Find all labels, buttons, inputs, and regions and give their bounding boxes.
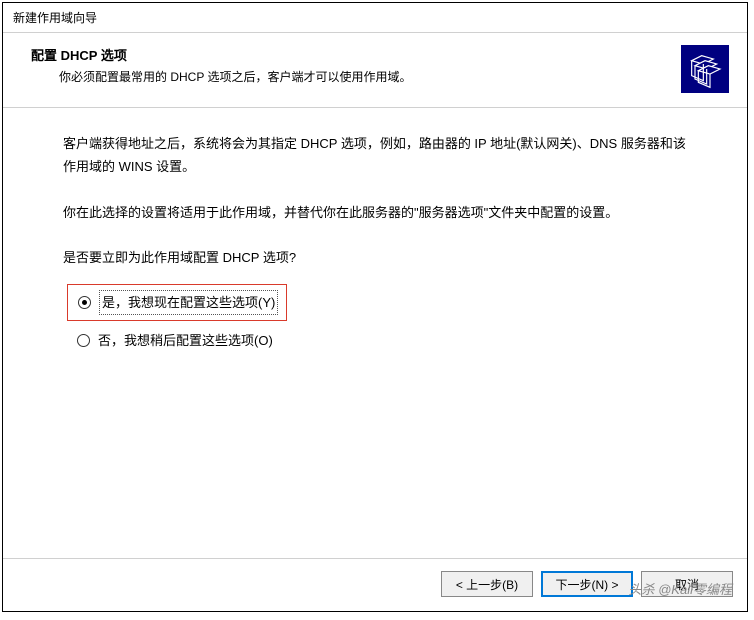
header-description: 你必须配置最常用的 DHCP 选项之后，客户端才可以使用作用域。 bbox=[59, 68, 669, 85]
radio-yes-label[interactable]: 是，我想现在配置这些选项(Y) bbox=[99, 290, 278, 315]
body-paragraph-2: 你在此选择的设置将适用于此作用域，并替代你在此服务器的"服务器选项"文件夹中配置… bbox=[63, 201, 687, 224]
header-title: 配置 DHCP 选项 bbox=[31, 45, 669, 64]
dhcp-scope-icon bbox=[681, 45, 729, 93]
wizard-header: 配置 DHCP 选项 你必须配置最常用的 DHCP 选项之后，客户端才可以使用作… bbox=[3, 32, 747, 108]
window-title: 新建作用域向导 bbox=[3, 3, 747, 32]
radio-yes[interactable] bbox=[78, 296, 91, 309]
body-question: 是否要立即为此作用域配置 DHCP 选项? bbox=[63, 246, 687, 269]
back-button[interactable]: < 上一步(B) bbox=[441, 571, 533, 597]
radio-option-yes-highlight: 是，我想现在配置这些选项(Y) bbox=[67, 284, 287, 321]
next-button[interactable]: 下一步(N) > bbox=[541, 571, 633, 597]
radio-option-no-row: 否，我想稍后配置这些选项(O) bbox=[77, 329, 687, 352]
wizard-footer: < 上一步(B) 下一步(N) > 取消 bbox=[3, 558, 747, 611]
wizard-body: 客户端获得地址之后，系统将会为其指定 DHCP 选项，例如，路由器的 IP 地址… bbox=[3, 108, 747, 558]
radio-no-label[interactable]: 否，我想稍后配置这些选项(O) bbox=[98, 329, 273, 352]
wizard-window: 新建作用域向导 配置 DHCP 选项 你必须配置最常用的 DHCP 选项之后，客… bbox=[2, 2, 748, 612]
cancel-button[interactable]: 取消 bbox=[641, 571, 733, 597]
body-paragraph-1: 客户端获得地址之后，系统将会为其指定 DHCP 选项，例如，路由器的 IP 地址… bbox=[63, 132, 687, 179]
radio-no[interactable] bbox=[77, 334, 90, 347]
header-text: 配置 DHCP 选项 你必须配置最常用的 DHCP 选项之后，客户端才可以使用作… bbox=[31, 45, 669, 85]
